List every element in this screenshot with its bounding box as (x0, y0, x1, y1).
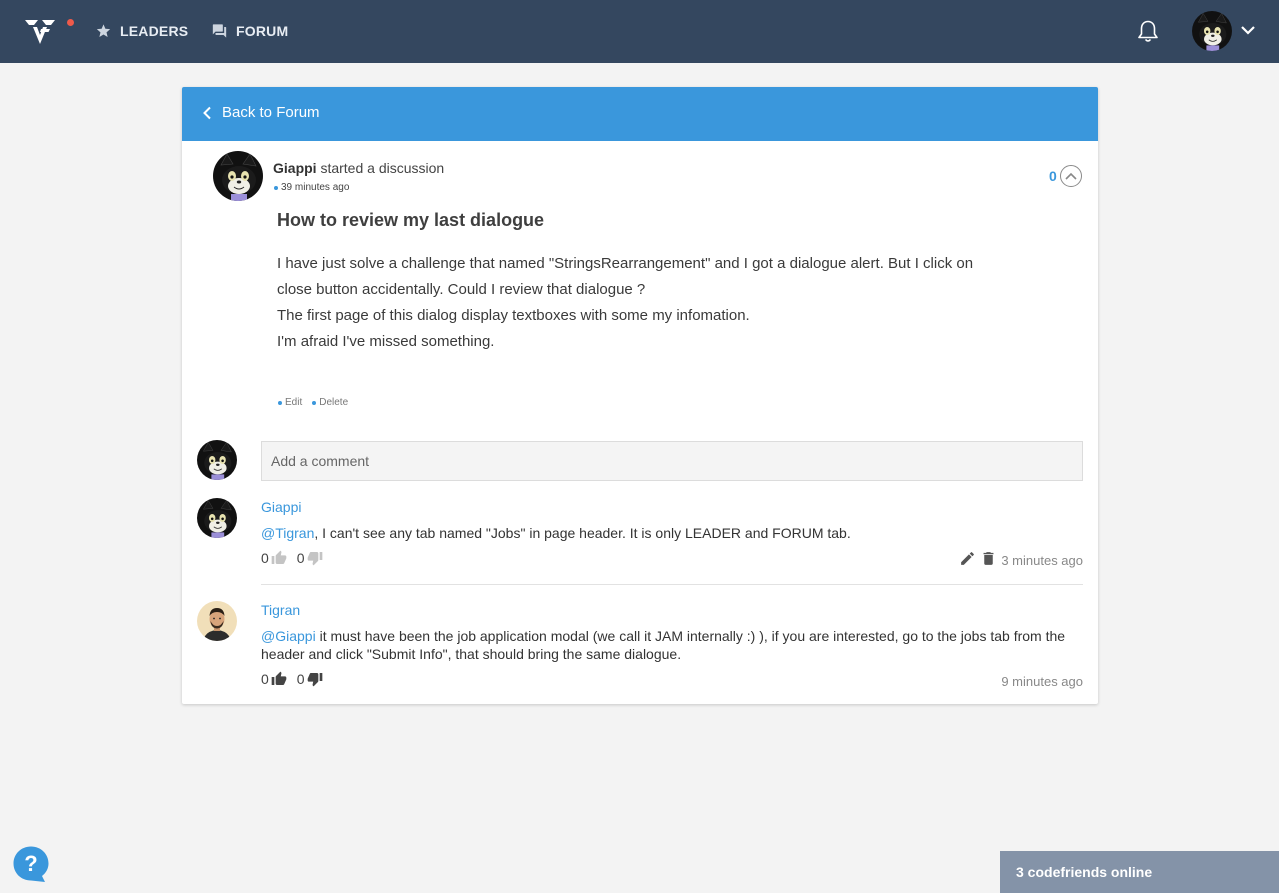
pencil-icon (961, 552, 974, 565)
notification-dot (67, 19, 74, 26)
codefights-logo-icon[interactable] (24, 17, 56, 45)
dot-icon (274, 185, 278, 190)
author-avatar[interactable] (213, 151, 263, 201)
nav-forum[interactable]: FORUM (211, 22, 288, 40)
comment-avatar[interactable] (197, 498, 237, 538)
comment-time: 3 minutes ago (1001, 553, 1083, 568)
dot-icon (312, 400, 317, 405)
thread-body-line: The first page of this dialog display te… (277, 307, 750, 324)
delete-label: Delete (319, 397, 349, 408)
forum-icon (212, 24, 227, 38)
thread-body-line: I'm afraid I've missed something. (277, 333, 495, 350)
thread-time: 39 minutes ago (274, 182, 349, 193)
like-count: 0 (261, 550, 269, 566)
edit-label: Edit (285, 397, 303, 408)
chevron-up-icon (1065, 172, 1077, 180)
dislike-count: 0 (296, 550, 305, 566)
dot-icon (278, 400, 282, 405)
codefriends-online-bar[interactable]: 3 codefriends online (1000, 851, 1279, 893)
comment-divider (261, 584, 1083, 585)
mention-link[interactable]: @Tigran (261, 525, 314, 541)
chevron-left-icon (203, 106, 211, 119)
dislike-button[interactable]: 0 (297, 550, 323, 566)
comment-text: @Giappi it must have been the job applic… (261, 627, 1083, 663)
edit-comment-button[interactable] (959, 550, 976, 567)
thread-body-line: close button accidentally. Could I revie… (277, 281, 646, 298)
thread-time-label: 39 minutes ago (281, 182, 350, 193)
nav-leaders-label: LEADERS (120, 23, 189, 39)
delete-comment-button[interactable] (980, 550, 997, 567)
edit-link[interactable]: Edit (278, 397, 302, 408)
comment-text: @Tigran, I can't see any tab named "Jobs… (261, 524, 1083, 542)
thread-author[interactable]: Giappi (273, 160, 317, 176)
comment-author[interactable]: Giappi (261, 499, 301, 515)
current-user-avatar (197, 440, 237, 480)
like-button[interactable]: 0 (261, 550, 287, 566)
svg-text:?: ? (24, 851, 37, 876)
discussion-card: Back to Forum Giappi started a discussio… (182, 87, 1098, 704)
thumbs-down-icon (307, 671, 323, 687)
card-header: Back to Forum (182, 87, 1098, 141)
thread-action: started a discussion (320, 160, 445, 176)
like-count: 0 (261, 671, 269, 687)
thumbs-down-icon (307, 550, 323, 566)
top-navbar: LEADERS FORUM (0, 0, 1279, 63)
chevron-down-icon[interactable] (1240, 22, 1256, 38)
comment-body: , I can't see any tab named "Jobs" in pa… (314, 525, 851, 541)
star-icon (96, 24, 111, 37)
comment-votes: 0 0 (261, 671, 333, 687)
like-button[interactable]: 0 (261, 671, 287, 687)
bell-icon[interactable] (1136, 19, 1160, 44)
comment-body: it must have been the job application mo… (261, 628, 1066, 662)
thread-body-line: I have just solve a challenge that named… (277, 255, 974, 272)
thread-title: How to review my last dialogue (277, 210, 545, 230)
comment-votes: 0 0 (261, 550, 333, 566)
help-icon[interactable]: ? (12, 845, 50, 883)
thread-meta: Giappi started a discussion (273, 160, 444, 176)
back-label: Back to Forum (222, 104, 320, 121)
nav-forum-label: FORUM (236, 23, 289, 39)
thumbs-up-icon (271, 550, 287, 566)
nav-leaders[interactable]: LEADERS (95, 22, 188, 40)
trash-icon (983, 552, 994, 565)
thumbs-up-icon (271, 671, 287, 687)
comment-author[interactable]: Tigran (261, 602, 300, 618)
dislike-count: 0 (296, 671, 305, 687)
comment-avatar[interactable] (197, 601, 237, 641)
thread-body: I have just solve a challenge that named… (277, 251, 1037, 355)
thread-actions: Edit Delete (278, 397, 358, 408)
comment-tools (959, 550, 1001, 567)
back-to-forum-link[interactable]: Back to Forum (202, 104, 320, 121)
upvote-button[interactable] (1060, 165, 1082, 187)
thread-vote-count: 0 (1049, 168, 1057, 184)
mention-link[interactable]: @Giappi (261, 628, 316, 644)
dislike-button[interactable]: 0 (297, 671, 323, 687)
delete-link[interactable]: Delete (312, 397, 348, 408)
add-comment-input[interactable] (261, 441, 1083, 481)
user-avatar[interactable] (1192, 11, 1232, 51)
comment-time: 9 minutes ago (1001, 674, 1083, 689)
